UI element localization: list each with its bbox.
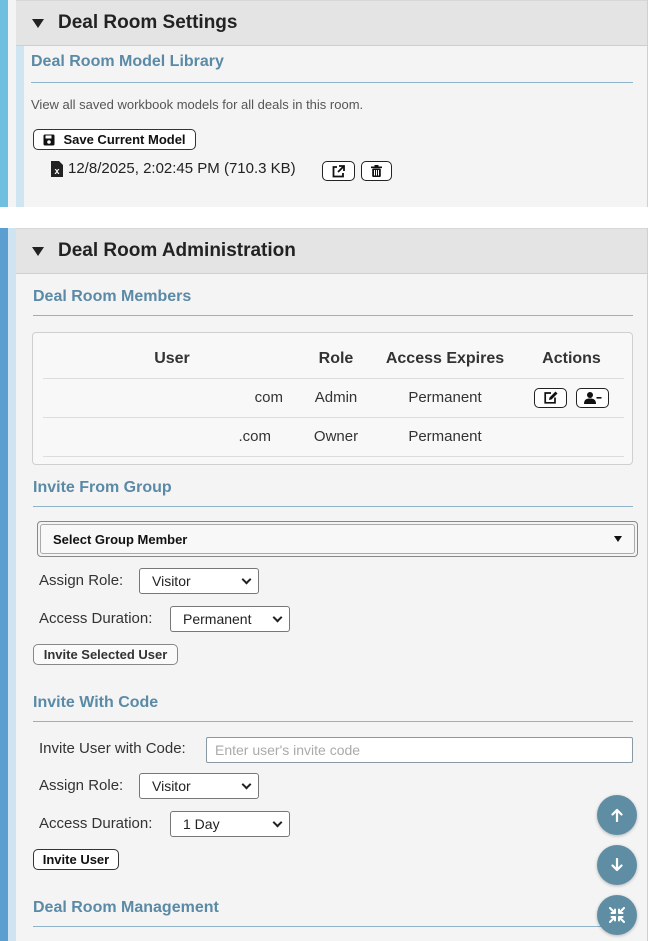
group-role-select[interactable]: Visitor — [139, 568, 259, 594]
arrow-up-icon — [611, 808, 623, 822]
open-model-button[interactable] — [322, 161, 355, 181]
table-header-row: User Role Access Expires Actions — [43, 341, 624, 379]
delete-model-button[interactable] — [361, 161, 392, 181]
invite-code-title: Invite With Code — [33, 694, 159, 711]
invite-code-input[interactable] — [206, 737, 633, 763]
save-current-model-label: Save Current Model — [63, 132, 186, 147]
column-header-user: User — [43, 341, 301, 379]
save-current-model-button[interactable]: Save Current Model — [33, 129, 196, 150]
members-table-container: User Role Access Expires Actions com Adm… — [32, 332, 633, 465]
edit-icon — [543, 391, 557, 404]
member-user: com — [43, 378, 301, 418]
invite-group-divider — [33, 506, 633, 507]
scroll-down-button[interactable] — [597, 845, 637, 885]
chevron-down-icon — [272, 817, 283, 827]
group-duration-value: Permanent — [183, 611, 252, 627]
model-library-title: Deal Room Model Library — [31, 53, 224, 70]
members-divider — [33, 315, 633, 316]
member-actions — [519, 378, 624, 418]
column-header-role: Role — [301, 341, 371, 379]
invite-code-label: Invite User with Code: — [39, 740, 186, 757]
members-title: Deal Room Members — [33, 288, 192, 305]
code-duration-label: Access Duration: — [39, 815, 153, 832]
compress-icon — [609, 907, 625, 923]
arrow-down-icon — [611, 858, 623, 872]
invite-user-button[interactable]: Invite User — [33, 849, 119, 870]
column-header-access-expires: Access Expires — [371, 341, 519, 379]
model-library-divider — [31, 82, 633, 83]
collapse-caret-icon[interactable] — [32, 18, 44, 28]
group-member-select[interactable]: Select Group Member — [37, 521, 638, 557]
settings-panel-title: Deal Room Settings — [58, 12, 238, 33]
collapse-all-button[interactable] — [597, 895, 637, 935]
model-label: 12/8/2025, 2:02:45 PM (710.3 KB) — [68, 160, 296, 177]
panel-gap — [0, 207, 652, 228]
group-role-label: Assign Role: — [39, 572, 124, 589]
excel-file-icon: x — [51, 160, 63, 177]
member-expires: Permanent — [371, 417, 519, 457]
model-library-description: View all saved workbook models for all d… — [31, 97, 364, 112]
group-duration-select[interactable]: Permanent — [170, 606, 290, 632]
admin-panel-header[interactable]: Deal Room Administration — [16, 228, 647, 274]
member-user: .com — [43, 417, 301, 457]
collapse-caret-icon[interactable] — [32, 246, 44, 256]
member-role: Owner — [301, 417, 371, 457]
invite-selected-user-button[interactable]: Invite Selected User — [33, 644, 178, 665]
member-actions — [519, 417, 624, 457]
save-icon — [43, 134, 55, 145]
trash-icon — [371, 165, 382, 177]
code-duration-select[interactable]: 1 Day — [170, 811, 290, 837]
model-list-item: x 12/8/2025, 2:02:45 PM (710.3 KB) — [51, 160, 296, 177]
code-role-select[interactable]: Visitor — [139, 773, 259, 799]
group-duration-label: Access Duration: — [39, 610, 153, 627]
svg-text:x: x — [54, 166, 59, 176]
group-role-value: Visitor — [152, 573, 191, 589]
settings-panel-header[interactable]: Deal Room Settings — [16, 0, 647, 46]
scroll-up-button[interactable] — [597, 795, 637, 835]
table-row: .com Owner Permanent — [43, 417, 624, 457]
management-title: Deal Room Management — [33, 899, 219, 916]
remove-member-button[interactable] — [576, 387, 609, 408]
code-duration-value: 1 Day — [183, 816, 220, 832]
chevron-down-icon — [241, 779, 252, 789]
code-role-label: Assign Role: — [39, 777, 124, 794]
invite-group-title: Invite From Group — [33, 479, 172, 496]
remove-user-icon — [583, 391, 601, 404]
code-role-value: Visitor — [152, 778, 191, 794]
member-expires: Permanent — [371, 378, 519, 418]
external-link-icon — [332, 164, 345, 177]
table-row: com Admin Permanent — [43, 378, 624, 418]
members-table: User Role Access Expires Actions com Adm… — [43, 341, 624, 457]
member-role: Admin — [301, 378, 371, 418]
chevron-down-icon — [272, 612, 283, 622]
group-member-select-value: Select Group Member — [53, 531, 188, 547]
edit-member-button[interactable] — [534, 387, 567, 408]
invite-code-divider — [33, 721, 633, 722]
caret-down-icon — [614, 536, 622, 542]
column-header-actions: Actions — [519, 341, 624, 379]
chevron-down-icon — [241, 574, 252, 584]
management-divider — [33, 926, 633, 927]
admin-panel-title: Deal Room Administration — [58, 240, 296, 261]
